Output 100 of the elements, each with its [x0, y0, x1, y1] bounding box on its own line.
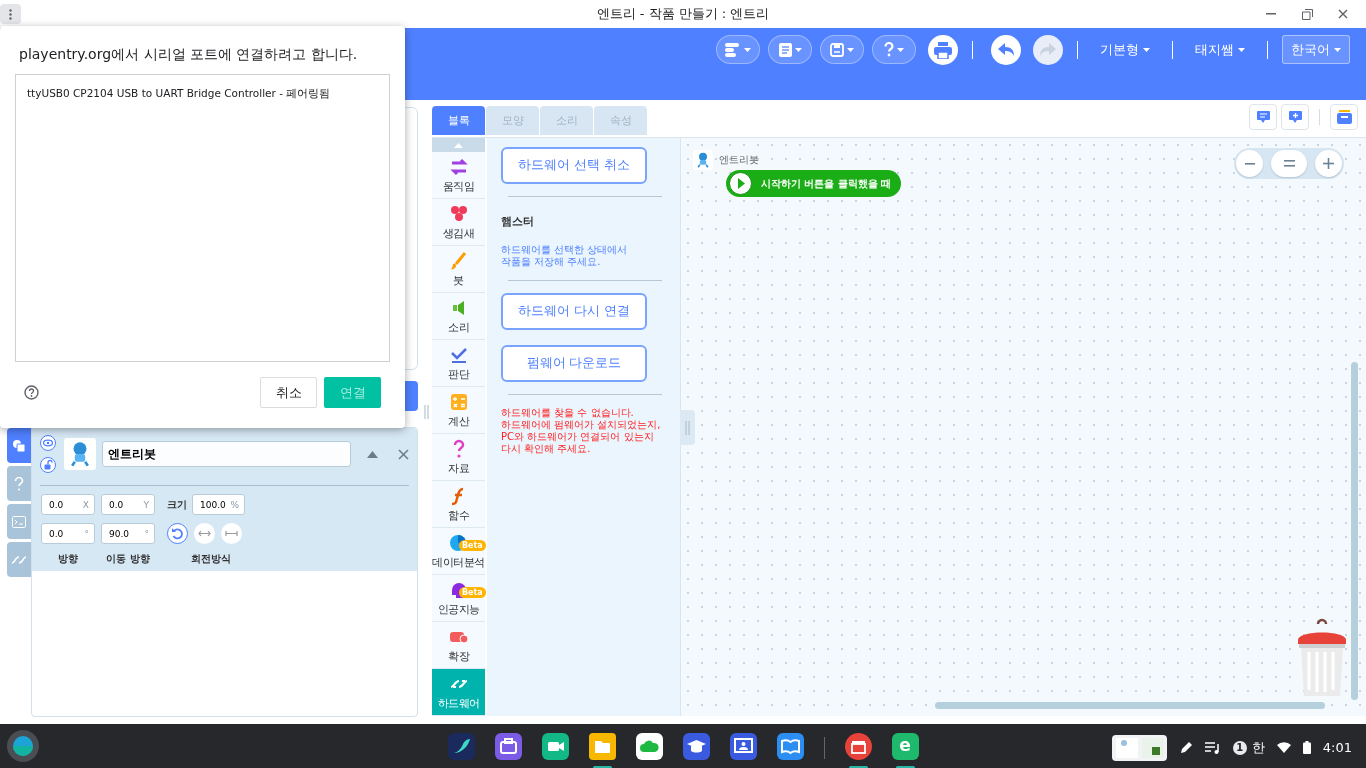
undo-button[interactable]: [991, 35, 1021, 65]
storage-button[interactable]: [1330, 104, 1358, 130]
reconnect-button[interactable]: 하드웨어 다시 연결: [501, 293, 647, 330]
eye-icon[interactable]: [40, 435, 56, 451]
object-label: 엔트리봇: [719, 153, 759, 167]
resize-handle[interactable]: [423, 405, 429, 419]
graduation-cap-icon: [682, 733, 710, 760]
direction-field[interactable]: 0.0 °: [41, 523, 95, 544]
bird-icon: [447, 733, 475, 760]
rotation-mode-button[interactable]: [221, 523, 242, 544]
printer-icon: [934, 41, 952, 59]
lock-icon[interactable]: [40, 457, 56, 473]
category-tab[interactable]: 자료: [432, 434, 485, 481]
rotation-mode-button[interactable]: [194, 523, 215, 544]
dialog-button[interactable]: 취소: [260, 377, 317, 408]
save-menu-button[interactable]: [820, 35, 864, 64]
running-indicator: [848, 766, 868, 768]
playlist-icon[interactable]: [1204, 741, 1221, 754]
cloud-icon: [635, 733, 663, 760]
collapse-icon[interactable]: [367, 450, 378, 458]
document-menu-button[interactable]: [768, 35, 812, 64]
category-tab[interactable]: Beta 데이터분석: [432, 528, 485, 575]
category-tab[interactable]: 움직임: [432, 152, 485, 199]
question-icon: [14, 476, 24, 491]
shapes-icon: [448, 203, 469, 224]
beta-badge: Beta: [459, 587, 486, 598]
category-label: 계산: [448, 414, 469, 429]
more-icon: [9, 8, 12, 20]
folder-icon: [588, 733, 616, 760]
flow-icon: [725, 42, 741, 57]
resize-handle[interactable]: [680, 410, 695, 445]
clock[interactable]: 4:01: [1322, 740, 1352, 755]
video-camera-icon: [541, 733, 569, 760]
category-tab[interactable]: 생김새: [432, 199, 485, 246]
plug-icon: [11, 554, 27, 565]
arrows-icon: [448, 156, 469, 177]
brush-icon: [448, 250, 469, 271]
zoom-reset-button[interactable]: [1271, 150, 1307, 177]
category-label: 판단: [448, 367, 469, 382]
app-icon: e: [891, 733, 919, 760]
side-tab[interactable]: [7, 428, 31, 463]
pen-icon[interactable]: [1178, 740, 1193, 755]
category-tab[interactable]: 계산: [432, 387, 485, 434]
x-field[interactable]: 0.0 X: [41, 494, 95, 515]
object-name-field[interactable]: 엔트리봇: [102, 441, 351, 467]
category-tab[interactable]: 판단: [432, 340, 485, 387]
size-field[interactable]: 100.0 %: [192, 494, 245, 515]
rotation-label: 회전방식: [189, 552, 232, 566]
category-tab[interactable]: 소리: [432, 293, 485, 340]
zoom-in-button[interactable]: [1315, 150, 1342, 177]
caret-icon: [897, 47, 904, 52]
move-direction-field[interactable]: 90.0 °: [101, 523, 155, 544]
help-icon[interactable]: [24, 385, 39, 400]
wifi-icon[interactable]: [1276, 742, 1291, 753]
caret-icon: [744, 47, 751, 52]
firmware-download-button[interactable]: 펌웨어 다운로드: [501, 345, 647, 382]
category-tab[interactable]: 붓: [432, 246, 485, 293]
print-button[interactable]: [928, 35, 958, 65]
clapperboard-icon: [844, 733, 872, 760]
workspace-tab[interactable]: 블록: [432, 106, 485, 135]
rotation-mode-button[interactable]: [167, 523, 188, 544]
dropdown-menu[interactable]: 기본형: [1092, 35, 1158, 64]
window-title: 엔트리 - 작품 만들기 : 엔트리: [596, 5, 770, 23]
close-icon[interactable]: [398, 448, 409, 460]
horizontal-arrow-icon: [198, 530, 211, 537]
calculator-icon: [448, 391, 469, 412]
notification-badge[interactable]: 1: [1232, 740, 1247, 755]
add-comment-button[interactable]: [1281, 104, 1309, 130]
close-icon: [1338, 9, 1348, 19]
shapes-icon: [12, 438, 26, 453]
device-item[interactable]: ttyUSB0 CP2104 USB to UART Bridge Controller - 페어링됨: [16, 85, 389, 103]
app-button[interactable]: [844, 733, 872, 768]
cancel-hardware-button[interactable]: 하드웨어 선택 취소: [501, 147, 647, 184]
caret-icon: [1143, 47, 1150, 52]
category-label: 소리: [448, 320, 469, 335]
category-label: 생김새: [442, 226, 475, 241]
category-tab[interactable]: Beta 인공지능: [432, 575, 485, 622]
dialog-title: playentry.org에서 시리얼 포트에 연결하려고 합니다.: [19, 46, 359, 64]
category-tab[interactable]: 함수: [432, 481, 485, 528]
terminal-icon: [12, 515, 26, 528]
workspace-menu-button[interactable]: [716, 35, 760, 64]
zoom-out-button[interactable]: [1236, 150, 1263, 177]
caret-icon: [1334, 47, 1341, 52]
comment-button[interactable]: [1249, 104, 1277, 130]
caret-icon: [1238, 47, 1245, 52]
app-button[interactable]: [588, 733, 616, 768]
redo-icon: [1040, 43, 1056, 57]
y-field[interactable]: 0.0 Y: [101, 494, 155, 515]
battery-icon[interactable]: [1302, 741, 1311, 754]
presentation-icon: [729, 733, 757, 760]
help-menu-button[interactable]: [872, 35, 916, 64]
restore-icon: [1301, 8, 1313, 20]
launcher-icon[interactable]: [7, 729, 39, 762]
category-label: 확장: [448, 649, 469, 664]
input-method[interactable]: 한: [1251, 738, 1265, 757]
dropdown-menu[interactable]: 태지쌤: [1187, 35, 1253, 64]
menu-button[interactable]: [0, 4, 21, 24]
save-icon: [830, 42, 844, 57]
category-label: 움직임: [442, 179, 475, 194]
direction-label: 방향: [57, 552, 79, 566]
